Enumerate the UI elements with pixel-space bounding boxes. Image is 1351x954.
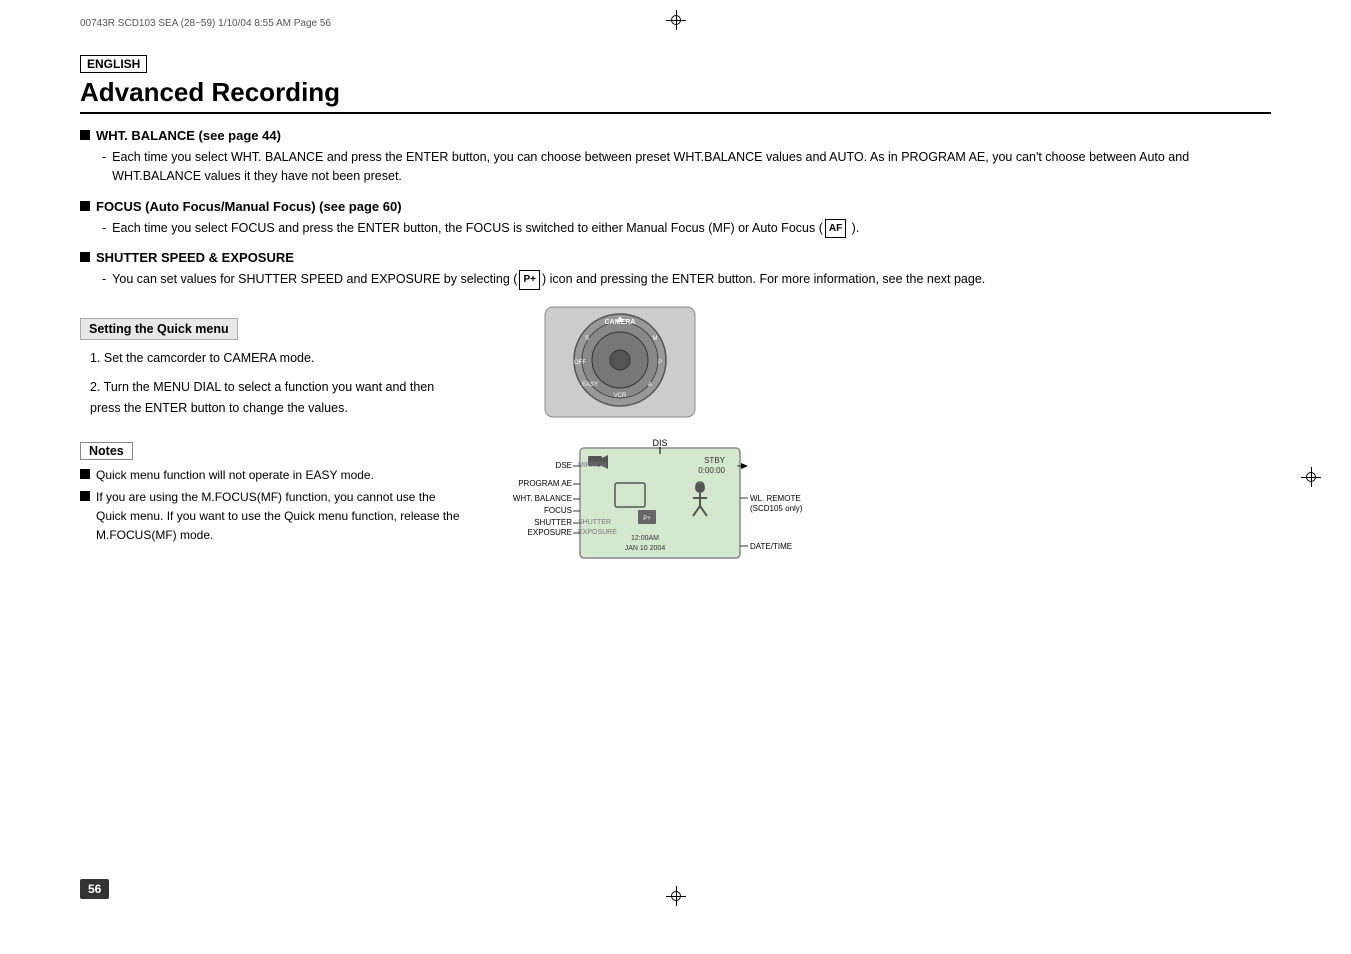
bottom-center-crosshair xyxy=(666,886,686,906)
lcd-display-diagram: DIS STBY 0:00:00 xyxy=(500,438,780,638)
note-bullet-icon xyxy=(80,491,90,501)
page-title: Advanced Recording xyxy=(80,77,1271,114)
bullet-icon xyxy=(80,252,90,262)
svg-text:0:00:00: 0:00:00 xyxy=(698,466,725,475)
top-center-crosshair xyxy=(666,10,686,30)
note-bullet-icon xyxy=(80,469,90,479)
svg-text:M: M xyxy=(653,336,658,342)
camcorder-dial-image: CAMERA M P A VCR EASY OFF S xyxy=(540,302,700,422)
section-focus-body: - Each time you select FOCUS and press t… xyxy=(102,219,1271,239)
svg-text:PROGRAM AE: PROGRAM AE xyxy=(518,479,572,488)
section-shutter-body: - You can set values for SHUTTER SPEED a… xyxy=(102,270,1271,290)
svg-text:DIS: DIS xyxy=(652,438,667,448)
af-icon: AF xyxy=(825,219,846,239)
svg-text:SHUTTER: SHUTTER xyxy=(578,519,611,526)
quick-menu-section: Setting the Quick menu 1. Set the camcor… xyxy=(80,318,460,420)
notes-label: Notes xyxy=(80,442,133,460)
svg-text:WL. REMOTE: WL. REMOTE xyxy=(750,494,801,503)
svg-text:JAN 10 2004: JAN 10 2004 xyxy=(625,545,666,552)
lower-right: CAMERA M P A VCR EASY OFF S xyxy=(480,302,1271,638)
section-shutter-heading: SHUTTER SPEED & EXPOSURE xyxy=(80,250,1271,265)
svg-text:12:00AM: 12:00AM xyxy=(631,535,659,542)
svg-text:P+: P+ xyxy=(643,516,651,522)
svg-text:STBY: STBY xyxy=(704,456,726,465)
section-focus-heading: FOCUS (Auto Focus/Manual Focus) (see pag… xyxy=(80,199,1271,214)
svg-text:DATE/TIME: DATE/TIME xyxy=(750,542,792,551)
svg-text:VCR: VCR xyxy=(614,393,627,399)
bullet-icon xyxy=(80,130,90,140)
note-item-1: Quick menu function will not operate in … xyxy=(80,466,460,485)
quick-menu-heading: Setting the Quick menu xyxy=(80,318,238,340)
svg-text:EXPOSURE: EXPOSURE xyxy=(528,528,572,537)
right-center-crosshair xyxy=(1301,467,1321,487)
svg-text:A: A xyxy=(648,382,652,388)
step-2: 2. Turn the MENU DIAL to select a functi… xyxy=(90,377,460,420)
svg-text:EASY: EASY xyxy=(582,382,598,388)
notes-list: Quick menu function will not operate in … xyxy=(80,466,460,546)
svg-text:FOCUS: FOCUS xyxy=(544,506,572,515)
notes-section: Notes Quick menu function will not opera… xyxy=(80,442,460,546)
svg-text:MIRROR: MIRROR xyxy=(578,462,606,469)
svg-text:SHUTTER: SHUTTER xyxy=(534,518,572,527)
svg-text:DSE: DSE xyxy=(556,461,572,470)
svg-text:P: P xyxy=(658,360,662,366)
main-content: ENGLISH Advanced Recording WHT. BALANCE … xyxy=(80,55,1271,874)
page-number: 56 xyxy=(80,879,109,899)
bullet-icon xyxy=(80,201,90,211)
svg-text:S: S xyxy=(585,336,589,342)
lower-left: Setting the Quick menu 1. Set the camcor… xyxy=(80,302,460,638)
svg-text:EXPOSURE: EXPOSURE xyxy=(578,529,617,536)
step-1: 1. Set the camcorder to CAMERA mode. xyxy=(90,348,460,369)
shutter-icon: P+ xyxy=(519,270,540,290)
note-item-2: If you are using the M.FOCUS(MF) functio… xyxy=(80,488,460,546)
svg-text:(SCD105 only): (SCD105 only) xyxy=(750,504,803,513)
language-label: ENGLISH xyxy=(80,55,147,73)
header-meta: 00743R SCD103 SEA (28~59) 1/10/04 8:55 A… xyxy=(80,18,331,29)
quick-menu-steps: 1. Set the camcorder to CAMERA mode. 2. … xyxy=(90,348,460,420)
lower-section: Setting the Quick menu 1. Set the camcor… xyxy=(80,302,1271,638)
svg-text:OFF: OFF xyxy=(574,360,586,366)
svg-text:WHT. BALANCE: WHT. BALANCE xyxy=(513,494,572,503)
section-wht-balance-heading: WHT. BALANCE (see page 44) xyxy=(80,128,1271,143)
section-wht-balance-body: - Each time you select WHT. BALANCE and … xyxy=(102,148,1271,187)
